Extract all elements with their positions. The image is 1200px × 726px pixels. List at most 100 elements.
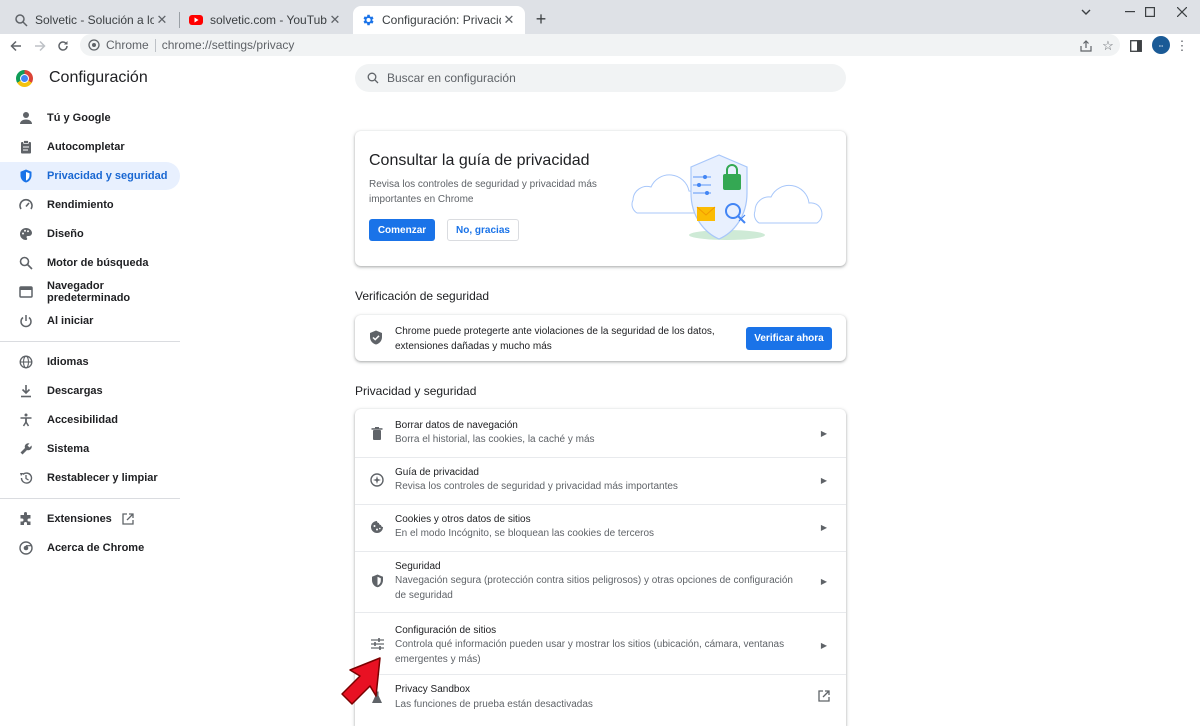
sidebar-item-about-chrome[interactable]: Acerca de Chrome — [0, 534, 180, 562]
accessibility-icon — [18, 412, 34, 428]
sidebar-item-label: Privacidad y seguridad — [47, 170, 168, 182]
tab-solvetic[interactable]: Solvetic - Solución a los problemas ✕ — [6, 6, 178, 34]
side-panel-icon[interactable] — [1126, 36, 1146, 56]
sidebar-item-accessibility[interactable]: Accesibilidad — [0, 406, 180, 434]
row-subtitle: Borra el historial, las cookies, la cach… — [395, 434, 595, 445]
chevron-right-icon: ▶ — [820, 428, 828, 438]
palette-icon — [18, 226, 34, 242]
sidebar-item-autofill[interactable]: Autocompletar — [0, 133, 180, 161]
sidebar-item-label: Tú y Google — [47, 112, 111, 124]
row-privacy-sandbox[interactable]: Privacy Sandbox Las funciones de prueba … — [355, 674, 846, 726]
sidebar-item-languages[interactable]: Idiomas — [0, 348, 180, 376]
address-divider — [154, 38, 156, 52]
share-icon[interactable] — [1076, 36, 1096, 56]
close-window-icon[interactable] — [1164, 0, 1200, 24]
sidebar-item-label: Navegador predeterminado — [47, 280, 131, 304]
close-icon[interactable]: ✕ — [154, 12, 170, 28]
tab-title: Configuración: Privacidad y seguridad — [382, 13, 501, 27]
chevron-right-icon: ▶ — [820, 576, 828, 586]
row-privacy-guide[interactable]: Guía de privacidad Revisa los controles … — [355, 457, 846, 504]
open-in-new-icon — [818, 690, 830, 702]
sidebar-item-appearance[interactable]: Diseño — [0, 220, 180, 248]
sidebar-item-system[interactable]: Sistema — [0, 435, 180, 463]
compass-icon — [369, 472, 385, 488]
row-title: Cookies y otros datos de sitios — [395, 514, 531, 525]
chrome-icon — [18, 540, 34, 556]
reload-icon[interactable] — [53, 36, 73, 56]
row-title: Configuración de sitios — [395, 625, 497, 636]
safety-check-heading: Verificación de seguridad — [355, 289, 490, 303]
sidebar-item-label: Al iniciar — [47, 315, 94, 327]
person-icon — [18, 110, 34, 126]
sidebar-item-default-browser[interactable]: Navegador predeterminado — [0, 278, 180, 306]
menu-kebab-icon[interactable]: ⋮ — [1172, 36, 1192, 56]
sidebar-item-downloads[interactable]: Descargas — [0, 377, 180, 405]
chevron-right-icon: ▶ — [820, 475, 828, 485]
clipboard-icon — [18, 139, 34, 155]
download-icon — [18, 383, 34, 399]
row-title: Seguridad — [395, 561, 441, 572]
tune-icon — [369, 636, 385, 652]
row-title: Privacy Sandbox — [395, 684, 471, 695]
sidebar-item-performance[interactable]: Rendimiento — [0, 191, 180, 219]
sidebar-item-extensions[interactable]: Extensiones — [0, 505, 180, 533]
shield-icon — [369, 573, 385, 589]
row-site-settings[interactable]: Configuración de sitios Controla qué inf… — [355, 612, 846, 674]
sidebar-item-label: Idiomas — [47, 356, 89, 368]
page-title: Configuración — [49, 69, 148, 86]
privacy-settings-card: Borrar datos de navegación Borra el hist… — [355, 409, 846, 726]
search-placeholder: Buscar en configuración — [387, 71, 516, 85]
back-icon[interactable] — [6, 36, 26, 56]
search-icon — [367, 72, 379, 84]
history-icon — [18, 470, 34, 486]
forward-icon[interactable] — [30, 36, 50, 56]
close-icon[interactable]: ✕ — [327, 12, 343, 28]
url-text: chrome://settings/privacy — [161, 38, 295, 52]
search-input[interactable]: Buscar en configuración — [355, 64, 846, 92]
row-title: Borrar datos de navegación — [395, 420, 518, 431]
dismiss-button[interactable]: No, gracias — [447, 219, 519, 241]
close-icon[interactable]: ✕ — [501, 12, 517, 28]
sidebar-item-you-and-google[interactable]: Tú y Google — [0, 104, 180, 132]
address-bar[interactable]: Chrome chrome://settings/privacy — [80, 34, 1120, 56]
tab-search-icon[interactable] — [1068, 0, 1104, 24]
new-tab-button[interactable]: + — [531, 9, 551, 29]
privacy-guide-card: Consultar la guía de privacidad Revisa l… — [355, 131, 846, 266]
sidebar-item-label: Motor de búsqueda — [47, 257, 149, 269]
avatar[interactable]: ••• — [1152, 36, 1170, 54]
search-icon — [18, 255, 34, 271]
bookmark-star-icon[interactable]: ☆ — [1098, 36, 1118, 56]
puzzle-icon — [18, 511, 34, 527]
safety-check-text: Chrome puede protegerte ante violaciones… — [395, 326, 715, 352]
guide-description: Revisa los controles de seguridad y priv… — [369, 179, 597, 205]
chevron-right-icon: ▶ — [820, 640, 828, 650]
check-now-button[interactable]: Verificar ahora — [746, 327, 832, 350]
power-icon — [18, 313, 34, 329]
start-button[interactable]: Comenzar — [369, 219, 435, 241]
tab-youtube[interactable]: solvetic.com - YouTube ✕ — [181, 6, 351, 34]
chrome-logo-icon — [16, 70, 33, 87]
chrome-icon — [88, 39, 100, 51]
row-subtitle: Las funciones de prueba están desactivad… — [395, 699, 593, 710]
sidebar-item-on-startup[interactable]: Al iniciar — [0, 307, 180, 335]
row-security[interactable]: Seguridad Navegación segura (protección … — [355, 551, 846, 612]
sidebar-item-privacy[interactable]: Privacidad y seguridad — [0, 162, 180, 190]
sidebar-item-label: Acerca de Chrome — [47, 542, 145, 554]
maximize-icon[interactable] — [1132, 0, 1168, 24]
guide-title: Consultar la guía de privacidad — [369, 152, 590, 169]
row-subtitle: Revisa los controles de seguridad y priv… — [395, 481, 678, 492]
wrench-icon — [18, 441, 34, 457]
row-title: Guía de privacidad — [395, 467, 479, 478]
sidebar-item-search-engine[interactable]: Motor de búsqueda — [0, 249, 180, 277]
sidebar-item-reset[interactable]: Restablecer y limpiar — [0, 464, 180, 492]
row-clear-browsing-data[interactable]: Borrar datos de navegación Borra el hist… — [355, 409, 846, 464]
tab-settings[interactable]: Configuración: Privacidad y seguridad ✕ — [353, 6, 525, 34]
settings-header: Configuración Buscar en configuración — [0, 57, 1200, 99]
open-in-new-icon — [122, 513, 134, 525]
sidebar-item-label: Accesibilidad — [47, 414, 118, 426]
tab-divider — [179, 12, 180, 28]
sidebar-item-label: Sistema — [47, 443, 90, 455]
privacy-section-heading: Privacidad y seguridad — [355, 384, 477, 398]
row-subtitle: Navegación segura (protección contra sit… — [395, 575, 793, 601]
row-cookies[interactable]: Cookies y otros datos de sitios En el mo… — [355, 504, 846, 551]
